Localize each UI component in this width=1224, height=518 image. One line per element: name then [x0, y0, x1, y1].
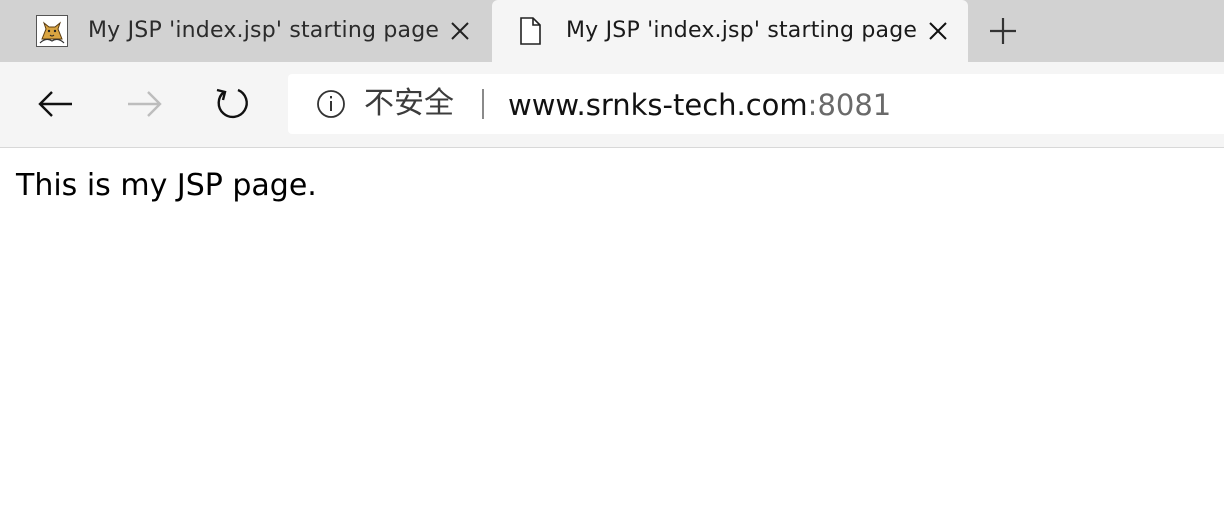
- forward-arrow-icon: [128, 91, 162, 117]
- page-body-text: This is my JSP page.: [16, 168, 317, 203]
- new-tab-button[interactable]: [986, 14, 1020, 48]
- url-host: www.srnks-tech.com: [508, 88, 808, 122]
- back-arrow-icon: [38, 91, 72, 117]
- refresh-button[interactable]: [212, 84, 252, 124]
- forward-button[interactable]: [124, 84, 164, 124]
- address-bar[interactable]: 不安全 www.srnks-tech.com:8081: [288, 74, 1224, 134]
- browser-window: My JSP 'index.jsp' starting page My JSP …: [0, 0, 1224, 518]
- security-label[interactable]: 不安全: [364, 86, 454, 122]
- address-divider: [482, 89, 484, 119]
- tab-title: My JSP 'index.jsp' starting page: [566, 18, 918, 43]
- url-text[interactable]: www.srnks-tech.com:8081: [508, 87, 891, 123]
- page-icon: [514, 15, 546, 47]
- refresh-icon: [216, 88, 248, 119]
- tab-title: My JSP 'index.jsp' starting page: [88, 18, 440, 43]
- url-port: :8081: [807, 88, 892, 122]
- tomcat-icon: [36, 15, 68, 47]
- close-icon[interactable]: [926, 19, 950, 43]
- close-icon[interactable]: [448, 19, 472, 43]
- page-content: This is my JSP page.: [0, 148, 1224, 518]
- tab-strip: My JSP 'index.jsp' starting page My JSP …: [0, 0, 1224, 62]
- tab-active[interactable]: My JSP 'index.jsp' starting page: [492, 0, 968, 62]
- tab-inactive[interactable]: My JSP 'index.jsp' starting page: [0, 0, 490, 62]
- back-button[interactable]: [36, 84, 76, 124]
- info-icon[interactable]: [316, 89, 346, 119]
- navigation-toolbar: 不安全 www.srnks-tech.com:8081: [0, 62, 1224, 148]
